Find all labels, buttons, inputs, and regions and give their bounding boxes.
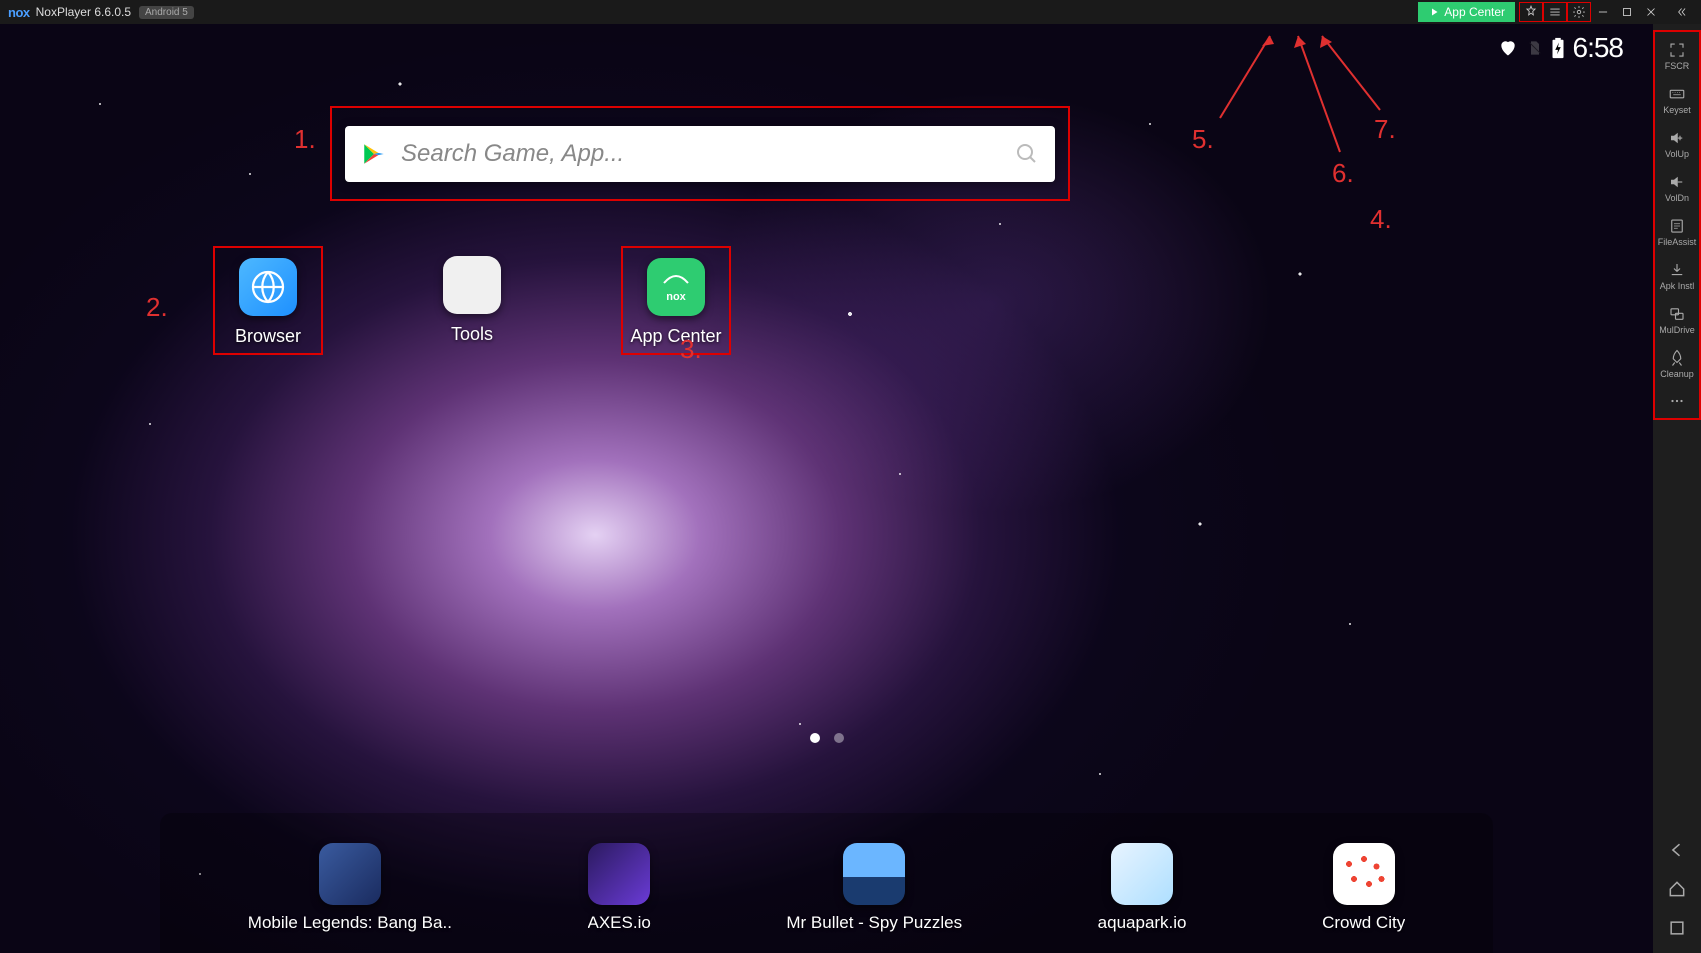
minimize-icon[interactable] (1591, 2, 1615, 22)
toolbar-fullscreen-label: FSCR (1665, 61, 1690, 71)
rocket-icon (1668, 349, 1686, 367)
dock-icon-mobile-legends (319, 843, 381, 905)
toolbar-muldrive[interactable]: MulDrive (1655, 298, 1699, 342)
arrow-6 (1280, 30, 1360, 160)
collapse-toolbar-icon[interactable] (1669, 2, 1693, 22)
toolbar-volup[interactable]: VolUp (1655, 122, 1699, 166)
toolbar-fileassist-label: FileAssist (1658, 237, 1697, 247)
dock-item-mrbullet[interactable]: Mr Bullet - Spy Puzzles (786, 843, 962, 933)
google-play-icon (361, 141, 387, 167)
arrow-5 (1200, 30, 1280, 130)
nav-back[interactable] (1667, 840, 1687, 865)
volume-down-icon (1668, 173, 1686, 191)
dock-label-3: aquapark.io (1098, 913, 1187, 933)
play-icon (1428, 6, 1440, 18)
theme-icon[interactable] (1519, 2, 1543, 22)
annotation-6: 6. (1332, 158, 1354, 189)
app-tools-folder[interactable]: Tools (424, 246, 520, 355)
page-dot-2[interactable] (834, 733, 844, 743)
toolbar-voldn[interactable]: VolDn (1655, 166, 1699, 210)
dock-icon-crowdcity (1333, 843, 1395, 905)
search-input[interactable] (401, 140, 1001, 168)
dock-icon-mrbullet (843, 843, 905, 905)
app-appcenter-label: App Center (630, 326, 721, 347)
annotation-5: 5. (1192, 124, 1214, 155)
dock-item-axes[interactable]: AXES.io (588, 843, 651, 933)
toolbar-more[interactable] (1655, 386, 1699, 416)
heart-icon (1497, 38, 1519, 58)
appcenter-icon: nox (647, 258, 705, 316)
dock: Mobile Legends: Bang Ba.. AXES.io Mr Bul… (160, 813, 1493, 953)
no-sim-icon (1527, 38, 1543, 58)
keyboard-icon (1668, 85, 1686, 103)
search-highlight-box (330, 106, 1070, 201)
annotation-4: 4. (1370, 204, 1392, 235)
dock-item-mobile-legends[interactable]: Mobile Legends: Bang Ba.. (248, 843, 452, 933)
file-icon (1668, 217, 1686, 235)
multidrive-icon (1668, 305, 1686, 323)
toolbar-apkinstl-label: Apk Instl (1660, 281, 1695, 291)
gear-icon[interactable] (1567, 2, 1591, 22)
dock-icon-aquapark (1111, 843, 1173, 905)
battery-charging-icon (1551, 37, 1565, 59)
dock-item-crowdcity[interactable]: Crowd City (1322, 843, 1405, 933)
page-dot-1[interactable] (810, 733, 820, 743)
titlebar: nox NoxPlayer 6.6.0.5 Android 5 App Cent… (0, 0, 1701, 24)
dock-label-1: AXES.io (588, 913, 651, 933)
nav-recent[interactable] (1667, 918, 1687, 943)
toolbar-muldrive-label: MulDrive (1659, 325, 1695, 335)
app-center-label: App Center (1444, 5, 1505, 19)
app-appcenter[interactable]: nox App Center (621, 246, 731, 355)
app-browser-label: Browser (235, 326, 301, 347)
nav-home[interactable] (1667, 879, 1687, 904)
toolbar-cleanup[interactable]: Cleanup (1655, 342, 1699, 386)
toolbar-fullscreen[interactable]: FSCR (1655, 34, 1699, 78)
app-title: NoxPlayer 6.6.0.5 (36, 5, 131, 19)
status-time: 6:58 (1573, 32, 1624, 64)
home-apps-row: Browser Tools nox App Center (220, 246, 724, 355)
dock-label-4: Crowd City (1322, 913, 1405, 933)
browser-icon (239, 258, 297, 316)
close-icon[interactable] (1639, 2, 1663, 22)
toolbar-fileassist[interactable]: FileAssist (1655, 210, 1699, 254)
more-icon (1668, 392, 1686, 410)
fullscreen-icon (1668, 41, 1686, 59)
menu-icon[interactable] (1543, 2, 1567, 22)
search-bar[interactable] (345, 126, 1055, 182)
toolbar-volup-label: VolUp (1665, 149, 1689, 159)
annotation-1: 1. (294, 124, 316, 155)
annotation-2: 2. (146, 292, 168, 323)
volume-up-icon (1668, 129, 1686, 147)
android-status-bar: 6:58 (1497, 32, 1624, 64)
app-center-button[interactable]: App Center (1418, 2, 1515, 22)
toolbar-keyset-label: Keyset (1663, 105, 1691, 115)
android-nav-buttons (1653, 840, 1701, 953)
right-toolbar: FSCR Keyset VolUp VolDn FileAssist Apk I… (1653, 24, 1701, 953)
dock-icon-axes (588, 843, 650, 905)
toolbar-cleanup-label: Cleanup (1660, 369, 1694, 379)
toolbar-keyset[interactable]: Keyset (1655, 78, 1699, 122)
toolbar-voldn-label: VolDn (1665, 193, 1689, 203)
search-icon[interactable] (1015, 142, 1039, 166)
dock-label-2: Mr Bullet - Spy Puzzles (786, 913, 962, 933)
arrow-6b (1310, 30, 1390, 120)
apk-icon (1668, 261, 1686, 279)
emulator-screen[interactable]: 6:58 1. 2. 3. 4. 5. 6. 7. Br (0, 24, 1653, 953)
toolbar-apkinstl[interactable]: Apk Instl (1655, 254, 1699, 298)
nox-logo: nox (8, 5, 30, 20)
dock-item-aquapark[interactable]: aquapark.io (1098, 843, 1187, 933)
page-indicator[interactable] (810, 733, 844, 743)
annotation-7: 7. (1374, 114, 1396, 145)
tools-folder-icon (443, 256, 501, 314)
android-badge: Android 5 (139, 6, 194, 19)
app-browser[interactable]: Browser (213, 246, 323, 355)
app-tools-label: Tools (451, 324, 493, 345)
dock-label-0: Mobile Legends: Bang Ba.. (248, 913, 452, 933)
maximize-icon[interactable] (1615, 2, 1639, 22)
